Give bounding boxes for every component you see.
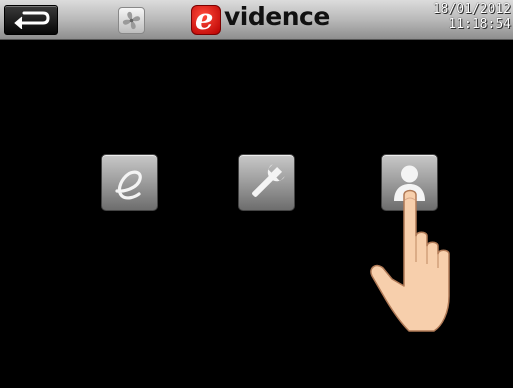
logo-text: vidence: [224, 2, 330, 31]
back-arrow-icon: [14, 11, 50, 29]
evidence-button[interactable]: [101, 154, 158, 211]
evidence-e-icon: [115, 170, 142, 200]
back-button[interactable]: [4, 5, 58, 35]
wrench-icon: [252, 164, 285, 197]
time-label: 11:18:54: [448, 17, 511, 32]
top-bar: e vidence 18/01/2012 11:18:54: [0, 0, 513, 40]
settings-button[interactable]: [238, 154, 295, 211]
logo-e-icon: e: [191, 2, 221, 36]
pointing-hand-icon: [370, 189, 450, 332]
date-label: 18/01/2012: [432, 2, 511, 17]
datetime: 18/01/2012 11:18:54: [433, 2, 511, 32]
fan-button[interactable]: [118, 7, 145, 34]
fan-icon: [122, 11, 141, 30]
logo-letter: e: [195, 2, 214, 36]
pointing-hand: [364, 188, 476, 340]
